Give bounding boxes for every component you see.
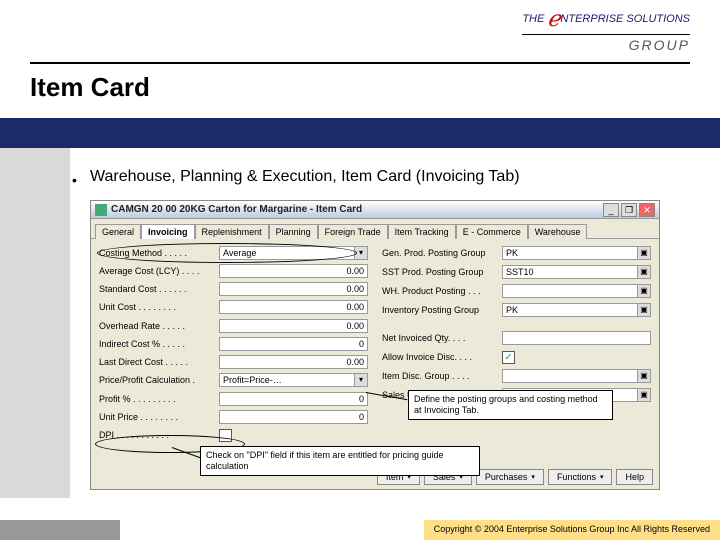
logo-rest: NTERPRISE SOLUTIONS [560,13,690,25]
chk-allow-inv-disc[interactable]: ✓ [502,351,515,364]
lbl-last-direct: Last Direct Cost . . . . . [99,357,219,367]
logo-e-icon: ℯ [547,6,560,31]
val-sst-prod[interactable]: SST10 [502,265,638,279]
btn-functions[interactable]: Functions▾ [548,469,613,485]
val-inv-posting[interactable]: PK [502,303,638,317]
logo-line1: THE ℯNTERPRISE SOLUTIONS [522,6,690,32]
logo-block: THE ℯNTERPRISE SOLUTIONS GROUP [522,6,690,53]
dd-costing-method[interactable]: ▾ [354,246,368,260]
logo-pre: THE [522,13,547,25]
lbl-sst-prod: SST Prod. Posting Group [382,267,502,277]
tab-warehouse[interactable]: Warehouse [528,224,588,239]
logo-group: GROUP [522,34,690,53]
restore-button[interactable]: ❐ [621,203,637,217]
lbl-price-profit: Price/Profit Calculation . [99,375,219,385]
minimize-button[interactable]: _ [603,203,619,217]
page-title: Item Card [30,72,150,103]
lbl-profit-pct: Profit % . . . . . . . . . [99,394,219,404]
val-unit-cost[interactable]: 0.00 [219,300,368,314]
lbl-unit-cost: Unit Cost . . . . . . . . [99,302,219,312]
dd-price-profit[interactable]: ▾ [354,373,368,387]
tab-item-tracking[interactable]: Item Tracking [388,224,456,239]
lbl-item-disc-grp: Item Disc. Group . . . . [382,371,502,381]
footer: Copyright © 2004 Enterprise Solutions Gr… [0,520,720,540]
val-item-disc-grp[interactable] [502,369,638,383]
val-overhead[interactable]: 0.00 [219,319,368,333]
tab-planning[interactable]: Planning [269,224,318,239]
val-indirect[interactable]: 0 [219,337,368,351]
subtitle: Warehouse, Planning & Execution, Item Ca… [90,168,520,186]
val-avg-cost[interactable]: 0.00 [219,264,368,278]
window-title: CAMGN 20 00 20KG Carton for Margarine - … [111,204,603,215]
val-std-cost[interactable]: 0.00 [219,282,368,296]
chevron-down-icon: ▾ [531,473,535,481]
tab-general[interactable]: General [95,224,141,239]
tab-foreign-trade[interactable]: Foreign Trade [318,224,388,239]
dd-wh-prod[interactable]: ▣ [637,284,651,298]
tab-strip: General Invoicing Replenishment Planning… [91,219,659,239]
lbl-inv-posting: Inventory Posting Group [382,305,502,315]
btn-purchases[interactable]: Purchases▾ [476,469,544,485]
footer-block [0,520,120,540]
dd-sst-prod[interactable]: ▣ [637,265,651,279]
val-profit-pct[interactable]: 0 [219,392,368,406]
header-rule [30,62,690,64]
tab-replenishment[interactable]: Replenishment [195,224,269,239]
tab-ecommerce[interactable]: E - Commerce [456,224,528,239]
lbl-overhead: Overhead Rate . . . . . [99,321,219,331]
lbl-unit-price: Unit Price . . . . . . . . [99,412,219,422]
left-gray-bar [0,148,70,498]
val-last-direct[interactable]: 0.00 [219,355,368,369]
val-gen-prod[interactable]: PK [502,246,638,260]
tab-invoicing[interactable]: Invoicing [141,224,195,239]
dd-item-disc-grp[interactable]: ▣ [637,369,651,383]
lbl-wh-prod: WH. Product Posting . . . [382,286,502,296]
btn-help[interactable]: Help [616,469,653,485]
lbl-net-inv-qty: Net Invoiced Qty. . . . [382,333,502,343]
left-column: Costing Method . . . . .Average▾ Average… [99,245,368,443]
callout-posting-groups: Define the posting groups and costing me… [408,390,613,420]
lbl-std-cost: Standard Cost . . . . . . [99,284,219,294]
val-price-profit[interactable]: Profit=Price-… [219,373,355,387]
dd-sales-uom[interactable]: ▣ [637,388,651,402]
lbl-gen-prod: Gen. Prod. Posting Group [382,248,502,258]
app-icon [95,204,107,216]
dd-inv-posting[interactable]: ▣ [637,303,651,317]
chevron-down-icon: ▾ [600,473,604,481]
lbl-avg-cost: Average Cost (LCY) . . . . [99,266,219,276]
chk-dpi[interactable] [219,429,232,442]
titlebar: CAMGN 20 00 20KG Carton for Margarine - … [91,201,659,219]
val-net-inv-qty[interactable] [502,331,651,345]
callout-dpi: Check on "DPI" field if this item are en… [200,446,480,476]
close-button[interactable]: ✕ [639,203,655,217]
bullet-icon: • [72,172,77,188]
dd-gen-prod[interactable]: ▣ [637,246,651,260]
lbl-dpi: DPI . . . . . . . . . . . [99,430,219,440]
lbl-costing-method: Costing Method . . . . . [99,248,219,258]
val-costing-method[interactable]: Average [219,246,355,260]
lbl-indirect: Indirect Cost % . . . . . [99,339,219,349]
val-wh-prod[interactable] [502,284,638,298]
copyright: Copyright © 2004 Enterprise Solutions Gr… [424,520,720,540]
title-stripe [0,118,720,148]
val-unit-price[interactable]: 0 [219,410,368,424]
lbl-allow-inv-disc: Allow Invoice Disc. . . . [382,352,502,362]
